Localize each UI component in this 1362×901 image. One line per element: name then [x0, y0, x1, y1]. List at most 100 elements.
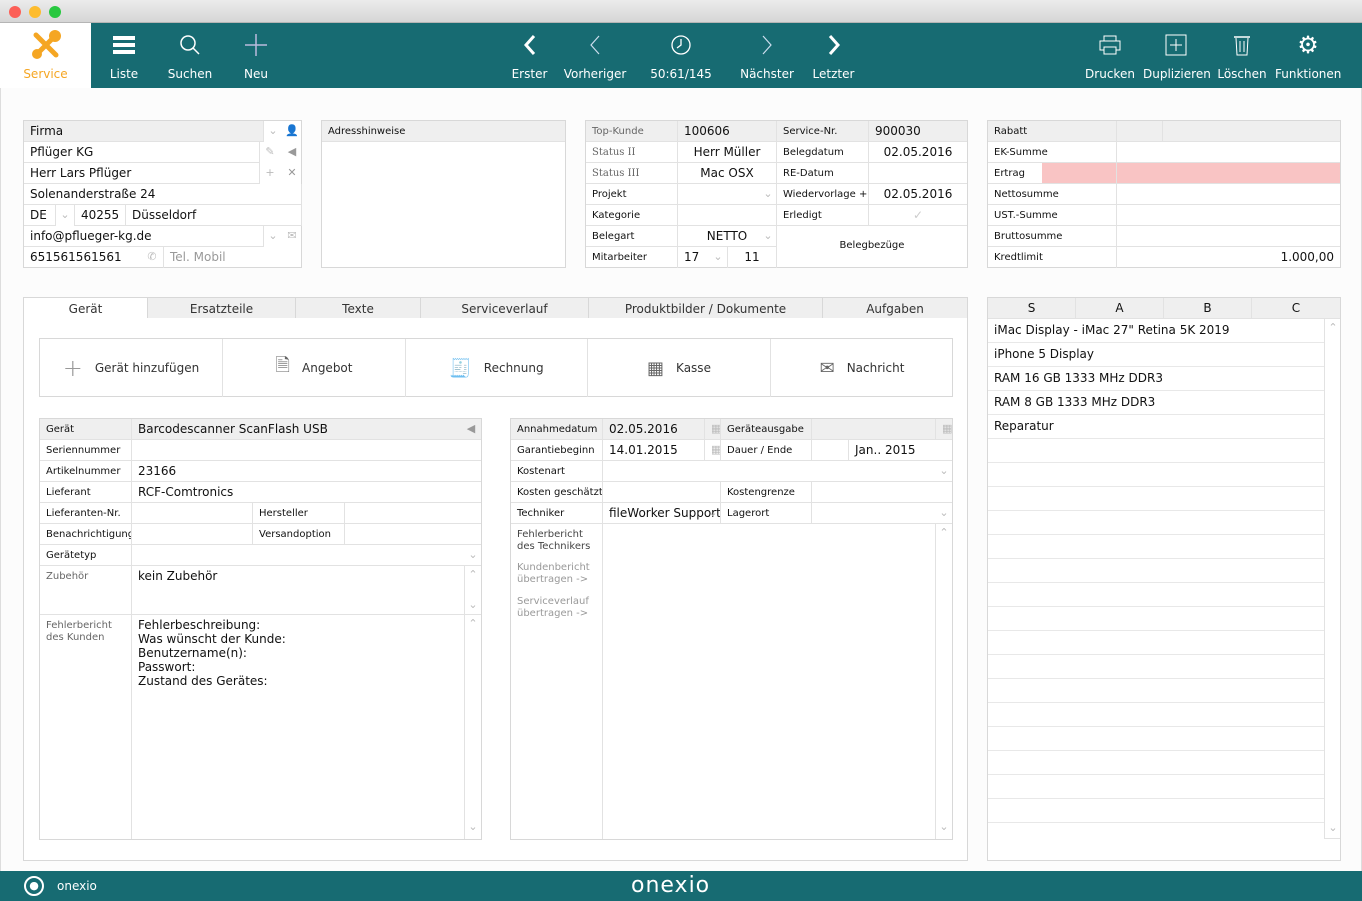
- record-position-button[interactable]: 50:61/145: [645, 23, 717, 88]
- tab-product-images[interactable]: Produktbilder / Dokumente: [588, 297, 823, 319]
- service-button[interactable]: Service: [0, 23, 91, 88]
- plus-icon[interactable]: +: [260, 166, 280, 179]
- chevron-down-icon[interactable]: ⌄: [936, 506, 952, 519]
- tech-report-scrollbar[interactable]: ⌃ ⌄: [936, 524, 952, 839]
- article-field[interactable]: 23166: [132, 461, 481, 482]
- notification-field[interactable]: [132, 524, 253, 545]
- arrow-left-icon[interactable]: ◀: [282, 145, 302, 158]
- chevron-down-icon[interactable]: ⌄: [760, 187, 776, 200]
- resubmission-field[interactable]: 02.05.2016: [869, 184, 967, 205]
- previous-button[interactable]: Vorheriger: [560, 23, 630, 88]
- chevron-down-icon[interactable]: ⌄: [1325, 821, 1341, 834]
- received-date-field[interactable]: 02.05.2016: [603, 419, 705, 440]
- country-field[interactable]: DE: [24, 205, 56, 226]
- done-checkbox[interactable]: ✓: [869, 205, 967, 226]
- minimize-window-button[interactable]: [29, 6, 41, 18]
- cost-type-dropdown[interactable]: [603, 461, 952, 482]
- status2-field[interactable]: Herr Müller: [678, 142, 777, 163]
- arrow-left-icon[interactable]: ◀: [462, 422, 480, 435]
- chevron-up-icon[interactable]: ⌃: [1325, 321, 1341, 334]
- search-button[interactable]: Suchen: [163, 23, 217, 88]
- chevron-down-icon[interactable]: ⌄: [264, 124, 282, 137]
- accessories-field[interactable]: kein Zubehör: [132, 566, 465, 615]
- close-icon[interactable]: ✕: [282, 166, 302, 179]
- tab-tasks[interactable]: Aufgaben: [822, 297, 968, 319]
- list-item[interactable]: RAM 16 GB 1333 MHz DDR3: [988, 367, 1324, 391]
- cost-limit-field[interactable]: [812, 482, 952, 503]
- list-item[interactable]: RAM 8 GB 1333 MHz DDR3: [988, 391, 1324, 415]
- copy-customer-report-link[interactable]: Kundenbericht übertragen ->: [517, 562, 596, 586]
- close-window-button[interactable]: [9, 6, 21, 18]
- cost-estimate-field[interactable]: [603, 482, 721, 503]
- chevron-up-icon[interactable]: ⌃: [465, 617, 481, 630]
- phone-icon[interactable]: ✆: [142, 250, 162, 263]
- tech-report-field[interactable]: [603, 524, 936, 839]
- first-button[interactable]: Erster: [502, 23, 557, 88]
- message-button[interactable]: ✉ Nachricht: [771, 339, 953, 397]
- accessories-scrollbar[interactable]: ⌃ ⌄: [465, 566, 481, 615]
- tab-service-history[interactable]: Serviceverlauf: [420, 297, 589, 319]
- contact-field[interactable]: Herr Lars Pflüger: [24, 163, 260, 184]
- functions-button[interactable]: ⚙ Funktionen: [1275, 23, 1341, 88]
- chevron-down-icon[interactable]: ⌄: [707, 506, 719, 519]
- warranty-start-field[interactable]: 14.01.2015: [603, 440, 705, 461]
- supplier-no-field[interactable]: [132, 503, 253, 524]
- return-date-field[interactable]: [812, 419, 936, 440]
- status3-field[interactable]: Mac OSX: [678, 163, 777, 184]
- device-type-dropdown[interactable]: [132, 545, 481, 566]
- street-field[interactable]: Solenanderstraße 24: [24, 184, 302, 205]
- list-item[interactable]: iPhone 5 Display: [988, 343, 1324, 367]
- print-button[interactable]: Drucken: [1083, 23, 1137, 88]
- edit-icon[interactable]: ✎: [260, 145, 280, 158]
- zoom-window-button[interactable]: [49, 6, 61, 18]
- list-item[interactable]: Reparatur: [988, 415, 1324, 439]
- chevron-down-icon[interactable]: ⌄: [56, 208, 74, 221]
- column-header-a[interactable]: A: [1076, 298, 1164, 319]
- email-field[interactable]: info@pflueger-kg.de: [24, 226, 264, 247]
- category-field[interactable]: [678, 205, 777, 226]
- customer-report-field[interactable]: Fehlerbeschreibung: Was wünscht der Kund…: [132, 615, 465, 839]
- address-notes-input[interactable]: [322, 142, 565, 267]
- document-references-button[interactable]: Belegbezüge: [777, 226, 967, 268]
- warranty-duration-field[interactable]: [812, 440, 849, 461]
- serial-field[interactable]: [132, 440, 481, 461]
- mobile-field[interactable]: Tel. Mobil: [164, 247, 302, 268]
- calendar-icon[interactable]: ▦: [705, 440, 721, 461]
- chevron-down-icon[interactable]: ⌄: [936, 820, 952, 833]
- add-device-button[interactable]: + Gerät hinzufügen: [40, 339, 223, 397]
- duplicate-button[interactable]: Duplizieren: [1143, 23, 1211, 88]
- chevron-up-icon[interactable]: ⌃: [936, 526, 952, 539]
- doc-date-field[interactable]: 02.05.2016: [869, 142, 967, 163]
- warranty-end-field[interactable]: Jan.. 2015: [849, 440, 952, 461]
- technician-dropdown[interactable]: fileWorker Support: [603, 503, 721, 524]
- contact-person-icon[interactable]: 👤: [282, 124, 302, 137]
- manufacturer-field[interactable]: [345, 503, 481, 524]
- top-customer-field[interactable]: 100606: [678, 121, 777, 142]
- tab-device[interactable]: Gerät: [23, 297, 148, 319]
- chevron-down-icon[interactable]: ⌄: [936, 464, 952, 477]
- customer-report-scrollbar[interactable]: ⌃ ⌄: [465, 615, 481, 839]
- column-header-b[interactable]: B: [1164, 298, 1252, 319]
- tab-spare-parts[interactable]: Ersatzteile: [147, 297, 296, 319]
- chevron-down-icon[interactable]: ⌄: [465, 548, 481, 561]
- mail-icon[interactable]: ✉: [282, 229, 302, 242]
- invoice-button[interactable]: 🧾 Rechnung: [406, 339, 588, 397]
- zip-field[interactable]: 40255: [74, 205, 126, 226]
- list-item[interactable]: iMac Display - iMac 27" Retina 5K 2019: [988, 319, 1324, 343]
- chevron-down-icon[interactable]: ⌄: [710, 250, 726, 263]
- copy-service-history-link[interactable]: Serviceverlauf übertragen ->: [517, 596, 596, 620]
- column-header-s[interactable]: S: [988, 298, 1076, 319]
- column-header-c[interactable]: C: [1252, 298, 1340, 319]
- invoice-date-field[interactable]: [869, 163, 967, 184]
- credit-limit-field[interactable]: 1.000,00: [1117, 247, 1340, 268]
- new-button[interactable]: Neu: [229, 23, 283, 88]
- discount-field[interactable]: [1163, 121, 1340, 142]
- service-no-field[interactable]: 900030: [869, 121, 967, 142]
- chevron-down-icon[interactable]: ⌄: [760, 229, 776, 242]
- last-button[interactable]: Letzter: [806, 23, 861, 88]
- shipping-field[interactable]: [345, 524, 481, 545]
- parts-list-scrollbar[interactable]: ⌃ ⌄: [1324, 319, 1340, 839]
- device-field[interactable]: Barcodescanner ScanFlash USB: [132, 419, 481, 440]
- tab-texts[interactable]: Texte: [295, 297, 421, 319]
- company-type-field[interactable]: Firma: [24, 121, 264, 142]
